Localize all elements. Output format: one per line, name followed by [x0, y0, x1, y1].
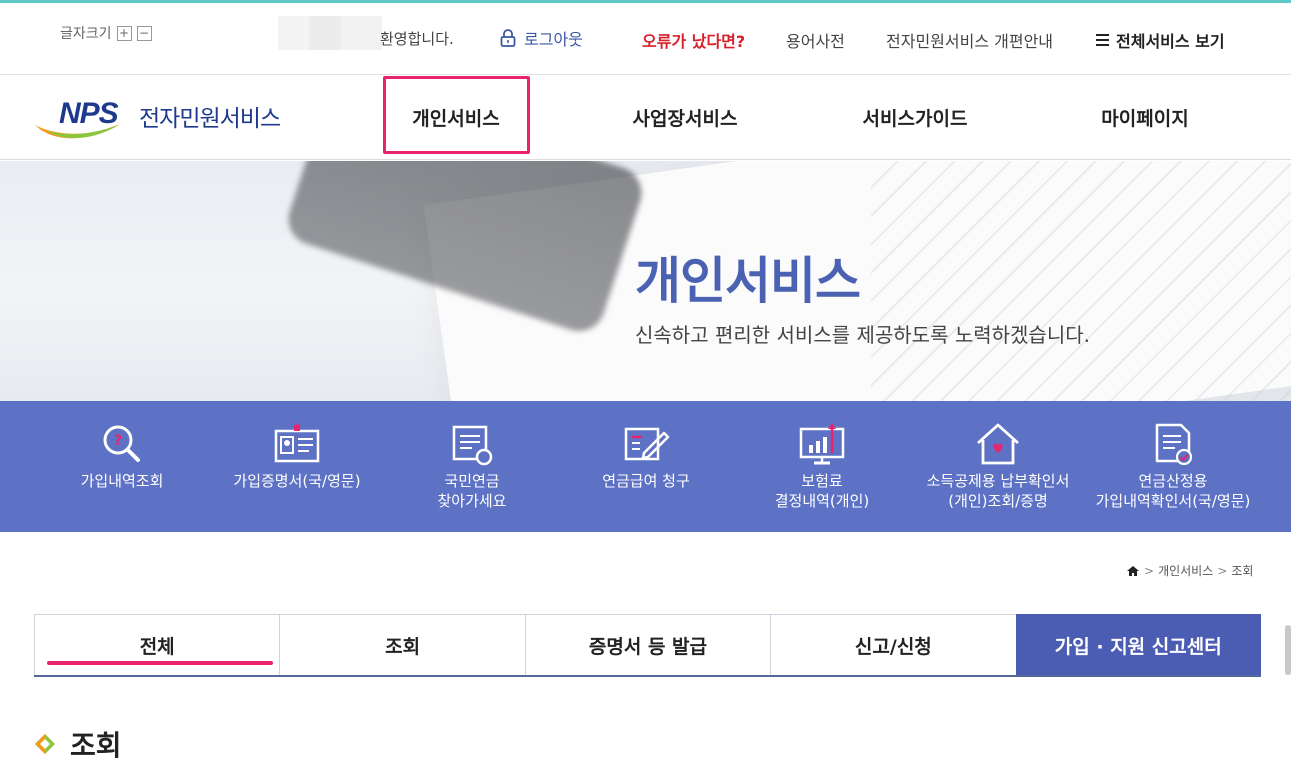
- font-decrease-button[interactable]: −: [136, 25, 152, 41]
- welcome-text: 환영합니다.: [380, 30, 454, 48]
- logout-label: 로그아웃: [524, 30, 583, 49]
- certificate-id-icon: [273, 421, 321, 467]
- monitor-chart-icon: [798, 421, 846, 467]
- section-title: 조회: [70, 729, 122, 762]
- utility-bar: 글자크기 + − 환영합니다. 로그아웃 오류가 났다면? 용어사전 전자민원서…: [0, 3, 1291, 75]
- scrollbar-thumb[interactable]: [1285, 625, 1291, 675]
- house-heart-icon: [974, 421, 1022, 467]
- quick-item-label: 국민연금 찾아가세요: [437, 472, 507, 510]
- tab-inquiry[interactable]: 조회: [279, 614, 525, 675]
- search-question-icon: ?: [98, 421, 146, 467]
- breadcrumb-separator: >: [1217, 563, 1228, 578]
- quick-item-premium-decision[interactable]: 보험료 결정내역(개인): [752, 401, 892, 532]
- logo-mark: NPS: [59, 97, 119, 130]
- lock-icon: [500, 29, 516, 47]
- logo-name: 전자민원서비스: [139, 106, 281, 132]
- font-increase-button[interactable]: +: [116, 25, 132, 41]
- hero-banner: 개인서비스 신속하고 편리한 서비스를 제공하도록 노력하겠습니다.: [0, 161, 1291, 401]
- gnb-item-personal[interactable]: 개인서비스: [383, 75, 529, 160]
- font-size-control: 글자크기 + −: [60, 23, 152, 43]
- gnb-item-mypage[interactable]: 마이페이지: [1060, 75, 1230, 160]
- hero-pattern: [871, 161, 1291, 401]
- breadcrumb-level2[interactable]: 조회: [1231, 562, 1253, 579]
- quick-menu: ? 가입내역조회 가입증명서(국/영문) 국민연금 찾아가세요 연금급여 청구 …: [0, 401, 1291, 532]
- quick-item-label: 보험료 결정내역(개인): [774, 472, 870, 510]
- hamburger-icon: [1096, 34, 1109, 46]
- all-services-button[interactable]: 전체서비스 보기: [1096, 28, 1225, 52]
- quick-item-label: 연금급여 청구: [602, 472, 690, 490]
- all-services-label: 전체서비스 보기: [1116, 32, 1225, 51]
- quick-item-label: 소득공제용 납부확인서 (개인)조회/증명: [926, 472, 1070, 510]
- diamond-bullet-icon: [35, 734, 55, 754]
- quick-item-pension-claim[interactable]: 연금급여 청구: [576, 401, 716, 532]
- quick-item-enrollment-certificate[interactable]: 가입증명서(국/영문): [212, 401, 382, 532]
- username-masked: [278, 16, 382, 50]
- quick-item-tax-receipt[interactable]: 소득공제용 납부확인서 (개인)조회/증명: [908, 401, 1088, 532]
- tab-report-apply[interactable]: 신고/신청: [770, 614, 1016, 675]
- breadcrumb-level1[interactable]: 개인서비스: [1158, 562, 1213, 579]
- tab-all[interactable]: 전체: [34, 614, 280, 675]
- quick-item-find-pension[interactable]: 국민연금 찾아가세요: [402, 401, 542, 532]
- gnb-item-guide[interactable]: 서비스가이드: [830, 75, 1000, 160]
- home-icon[interactable]: [1126, 565, 1140, 577]
- main-navigation: NPS 전자민원서비스 개인서비스 사업장서비스 서비스가이드 마이페이지: [0, 75, 1291, 160]
- service-tabs: 전체 조회 증명서 등 발급 신고/신청 가입 · 지원 신고센터: [34, 614, 1261, 677]
- gnb-item-business[interactable]: 사업장서비스: [600, 75, 770, 160]
- renewal-guide-link[interactable]: 전자민원서비스 개편안내: [886, 28, 1053, 52]
- nps-logo[interactable]: NPS 전자민원서비스: [33, 93, 283, 141]
- breadcrumb-separator: >: [1144, 563, 1155, 578]
- document-coin-icon: [448, 421, 496, 467]
- tab-enrollment-support-center[interactable]: 가입 · 지원 신고센터: [1015, 614, 1261, 675]
- document-check-icon: [1149, 421, 1197, 467]
- quick-item-label: 가입증명서(국/영문): [233, 472, 361, 490]
- font-size-label: 글자크기: [60, 26, 112, 42]
- quick-item-label: 가입내역조회: [80, 472, 164, 490]
- quick-item-label: 연금산정용 가입내역확인서(국/영문): [1095, 472, 1251, 510]
- section-heading: 조회: [34, 724, 122, 762]
- tab-certificate-issue[interactable]: 증명서 등 발급: [524, 614, 771, 675]
- breadcrumb: > 개인서비스 > 조회: [1126, 562, 1253, 579]
- hero-subtitle: 신속하고 편리한 서비스를 제공하도록 노력하겠습니다.: [635, 323, 1090, 347]
- quick-item-enrollment-history[interactable]: ? 가입내역조회: [52, 401, 192, 532]
- hero-title: 개인서비스: [635, 252, 861, 310]
- svg-text:?: ?: [114, 433, 122, 449]
- form-pen-icon: [622, 421, 670, 467]
- quick-item-pension-calc-certificate[interactable]: 연금산정용 가입내역확인서(국/영문): [1082, 401, 1264, 532]
- dictionary-link[interactable]: 용어사전: [786, 28, 845, 52]
- error-report-link[interactable]: 오류가 났다면?: [642, 28, 745, 52]
- logout-link[interactable]: 로그아웃: [500, 26, 583, 50]
